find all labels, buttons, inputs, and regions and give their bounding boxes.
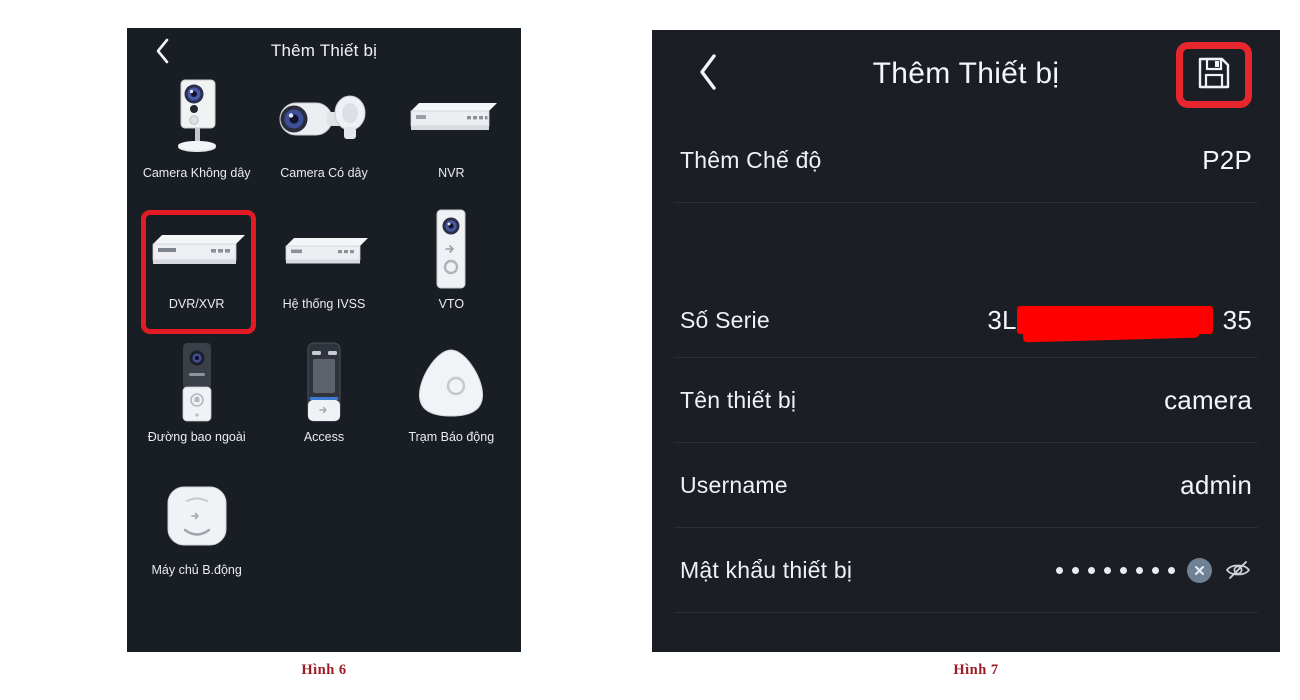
grid-empty-cell [388, 473, 515, 606]
divider [674, 612, 1258, 613]
device-tile-label: NVR [438, 166, 465, 180]
device-tile-nvr[interactable]: NVR [388, 74, 515, 207]
device-tile-dvr-xvr[interactable]: DVR/XVR [133, 207, 260, 340]
password-dot [1168, 566, 1175, 574]
device-tile-tram-bao-dong[interactable]: Trạm Báo động [388, 340, 515, 473]
device-tile-camera-khong-day[interactable]: Camera Không dây [133, 74, 260, 207]
grid-row: Camera Không dây Camera Có dây NVR [133, 74, 515, 207]
device-tile-label: VTO [438, 297, 465, 311]
device-type-grid: Camera Không dây Camera Có dây NVR DVR/X… [127, 74, 521, 606]
add-device-type-screen: Thêm Thiết bị Camera Không dây Camera Có… [127, 28, 521, 652]
password-dot [1104, 566, 1111, 574]
form-row-device-password[interactable]: Mật khẩu thiết bị [652, 528, 1280, 612]
figure-caption-right: Hình 7 [953, 662, 999, 678]
password-field-wrapper[interactable] [1056, 556, 1252, 584]
device-tile-label: Đường bao ngoài [147, 430, 246, 444]
form-row-label: Thêm Chế độ [680, 146, 822, 173]
device-tile-vto[interactable]: VTO [388, 207, 515, 340]
access-terminal-icon [298, 340, 350, 426]
grid-row: DVR/XVR Hệ thống IVSS VTO [133, 207, 515, 340]
right-header-bar: Thêm Thiết bị [652, 30, 1280, 118]
form-row-serial-number[interactable]: Số Serie 3L 35 [652, 283, 1280, 357]
device-tile-ivss[interactable]: Hệ thống IVSS [260, 207, 387, 340]
form-row-value: P2P [1202, 144, 1252, 175]
device-tile-label: Hệ thống IVSS [282, 297, 366, 311]
serial-redaction-mark [1017, 306, 1214, 334]
nvr-box-icon [401, 74, 501, 162]
form-row-value: camera [1164, 384, 1252, 415]
figure-caption-left: Hình 6 [301, 662, 347, 678]
device-tile-label: Camera Không dây [142, 166, 251, 180]
form-row-label: Username [680, 471, 788, 498]
password-dot [1136, 566, 1143, 574]
device-tile-label: Access [303, 430, 345, 444]
form-row-label: Số Serie [680, 306, 770, 333]
device-tile-camera-co-day[interactable]: Camera Có dây [260, 74, 387, 207]
form-row-label: Tên thiết bị [680, 386, 797, 413]
save-floppy-icon [1196, 55, 1232, 96]
device-tile-access[interactable]: Access [260, 340, 387, 473]
device-tile-may-chu-bdong[interactable]: Máy chủ B.động [133, 473, 260, 606]
alarm-server-icon [161, 473, 233, 559]
ivss-box-icon [276, 207, 372, 293]
form-row-device-name[interactable]: Tên thiết bị camera [652, 358, 1280, 442]
form-row-label: Mật khẩu thiết bị [680, 556, 853, 583]
outdoor-station-icon [172, 340, 222, 426]
password-dot [1120, 566, 1127, 574]
password-dot [1072, 566, 1079, 574]
bullet-camera-icon [272, 74, 376, 162]
serial-value-wrapper: 3L 35 [987, 305, 1252, 336]
device-tile-label: Camera Có dây [280, 166, 368, 180]
serial-suffix: 35 [1222, 304, 1252, 335]
grid-empty-cell [260, 473, 387, 606]
grid-row: Đường bao ngoài Access Trạm Báo động [133, 340, 515, 473]
clear-circle-x-icon[interactable] [1187, 557, 1212, 583]
serial-prefix: 3L [987, 304, 1017, 335]
password-dot [1088, 566, 1095, 574]
vto-door-station-icon [428, 207, 474, 293]
grid-row: Máy chủ B.động [133, 473, 515, 606]
device-tile-label: DVR/XVR [168, 297, 225, 311]
page-title: Thêm Thiết bị [270, 41, 378, 60]
device-tile-label: Trạm Báo động [408, 430, 495, 444]
eye-slash-icon[interactable] [1224, 556, 1252, 584]
alarm-hub-icon [408, 340, 494, 426]
form-row-add-mode[interactable]: Thêm Chế độ P2P [652, 118, 1280, 202]
device-tile-label: Máy chủ B.động [151, 563, 242, 577]
cube-camera-icon [161, 74, 233, 162]
add-device-form-screen: Thêm Thiết bị Thêm Chế độ P2P Số Serie 3… [652, 30, 1280, 652]
password-masked-value [1056, 566, 1175, 574]
password-dot [1056, 566, 1063, 574]
password-dot [1152, 566, 1159, 574]
form-row-username[interactable]: Username admin [652, 443, 1280, 527]
device-tile-duong-bao-ngoai[interactable]: Đường bao ngoài [133, 340, 260, 473]
dvr-box-icon [145, 207, 249, 293]
form-row-value: admin [1180, 469, 1252, 500]
save-button[interactable] [1186, 50, 1242, 100]
left-header-bar: Thêm Thiết bị [127, 28, 521, 74]
